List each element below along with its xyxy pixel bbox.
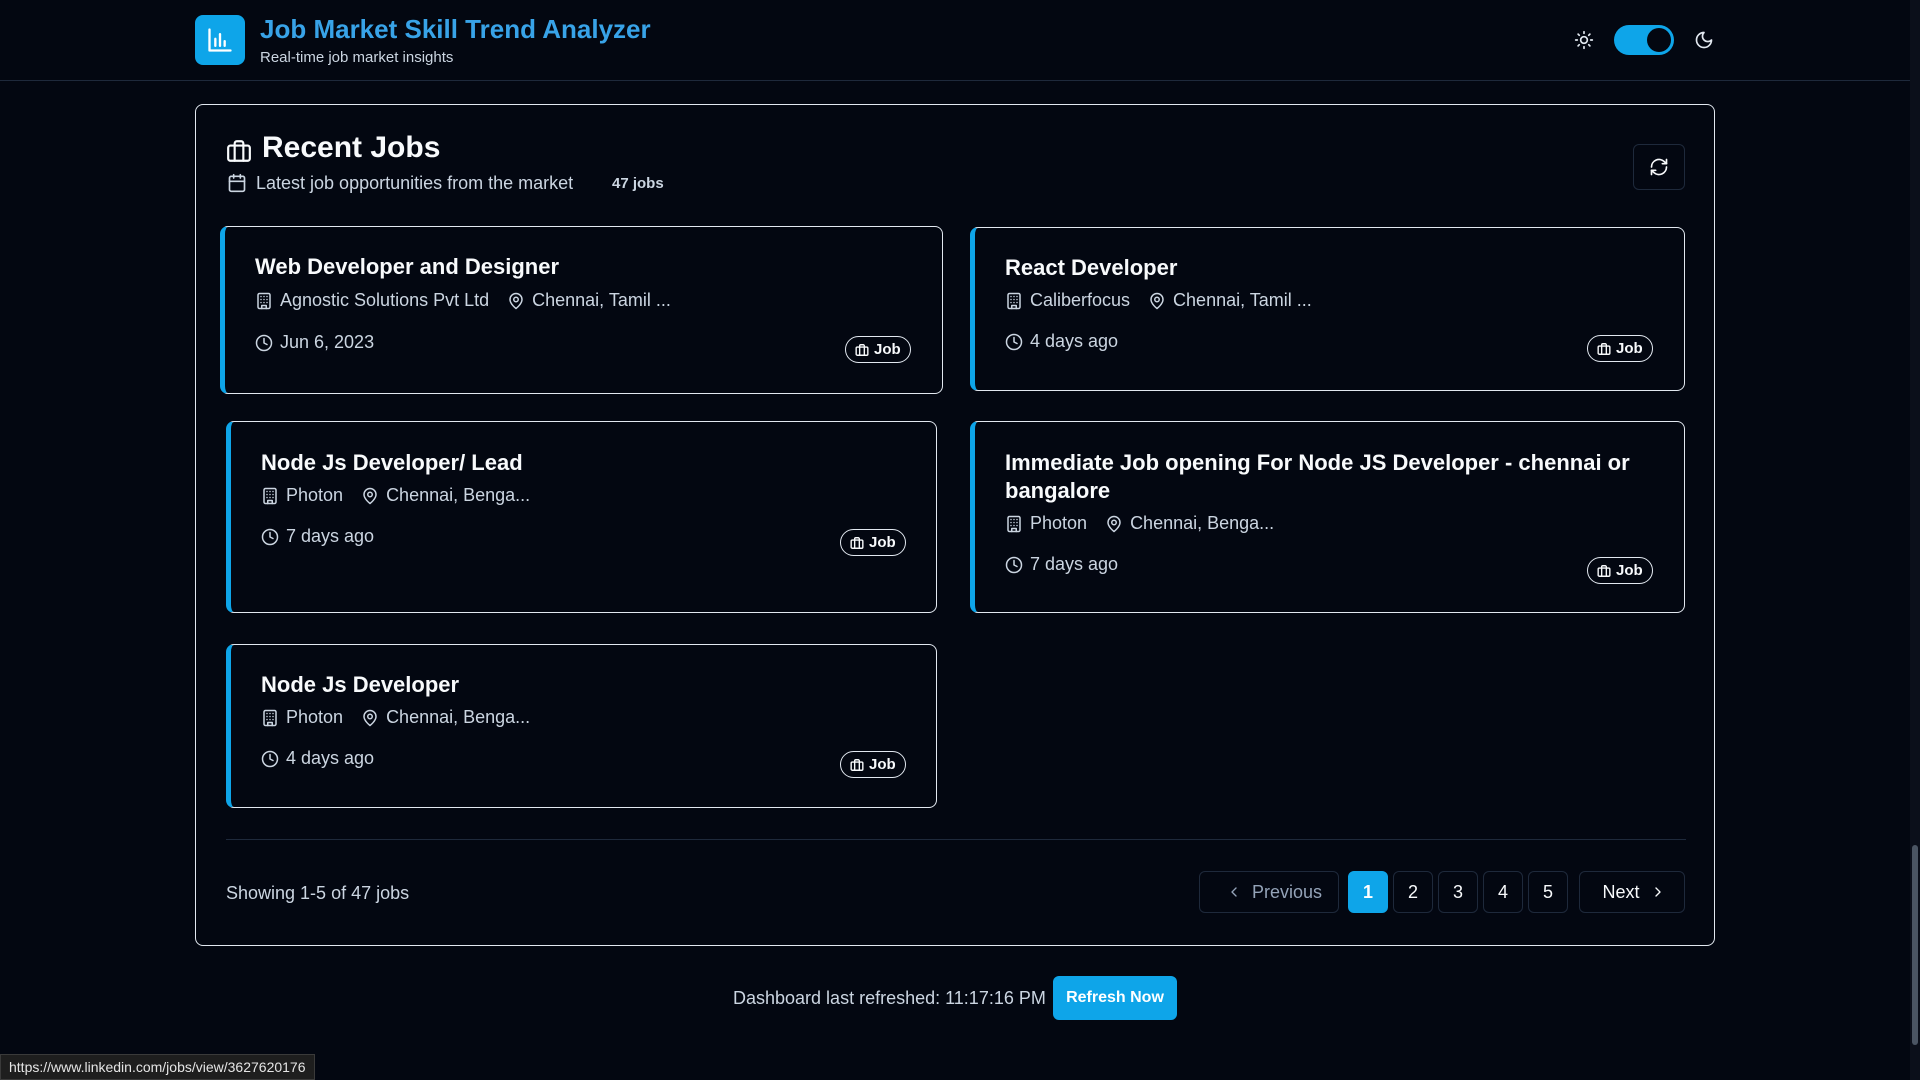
- chevron-right-icon: [1654, 887, 1661, 897]
- job-title[interactable]: Immediate Job opening For Node JS Develo…: [1005, 449, 1645, 505]
- briefcase-icon: [850, 758, 864, 771]
- job-location: Chennai, Benga...: [1130, 513, 1275, 533]
- job-badge-label: Job: [874, 341, 901, 358]
- job-posted-date: 7 days ago: [1030, 554, 1119, 574]
- job-title[interactable]: Node Js Developer/ Lead: [261, 449, 911, 477]
- job-posted-date: 4 days ago: [1030, 331, 1119, 351]
- building-icon: [1007, 515, 1021, 532]
- pagination-summary: Showing 1-5 of 47 jobs: [226, 883, 410, 903]
- job-meta: Photon Chennai, Benga...: [261, 485, 530, 506]
- calendar-icon: [228, 173, 246, 193]
- divider: [226, 839, 1686, 840]
- page-button-2[interactable]: 2: [1393, 871, 1433, 913]
- briefcase-icon: [1597, 564, 1611, 577]
- map-pin-icon: [1150, 292, 1164, 309]
- refresh-jobs-button[interactable]: [1633, 144, 1685, 190]
- app-title: Job Market Skill Trend Analyzer: [260, 14, 651, 44]
- job-location: Chennai, Tamil ...: [1173, 290, 1312, 310]
- panel-subtitle: Latest job opportunities from the market: [256, 173, 574, 193]
- job-badge-label: Job: [1616, 562, 1643, 579]
- next-label: Next: [1602, 881, 1640, 902]
- bar-chart-icon: [208, 28, 232, 52]
- job-badge-label: Job: [869, 534, 896, 551]
- building-icon: [263, 709, 277, 726]
- briefcase-icon: [227, 140, 251, 162]
- moon-icon: [1695, 31, 1713, 49]
- scrollbar-thumb[interactable]: [1912, 845, 1918, 1045]
- job-card[interactable]: React Developer Caliberfocus Chennai, Ta…: [970, 227, 1685, 391]
- app-logo: [195, 15, 245, 65]
- clock-icon: [261, 750, 279, 767]
- job-location: Chennai, Benga...: [386, 485, 531, 505]
- job-posted-row: 4 days ago: [261, 748, 374, 769]
- job-card[interactable]: Node Js Developer Photon Chennai, Benga.…: [226, 644, 937, 808]
- map-pin-icon: [509, 292, 523, 309]
- job-posted-date: 4 days ago: [286, 748, 375, 768]
- theme-toggle[interactable]: [1614, 25, 1674, 55]
- toggle-knob: [1647, 28, 1671, 52]
- page-button-3[interactable]: 3: [1438, 871, 1478, 913]
- last-refreshed-text: Dashboard last refreshed: 11:17:16 PM: [733, 988, 1046, 1008]
- refresh-icon: [1650, 158, 1668, 176]
- job-posted-date: 7 days ago: [286, 526, 375, 546]
- building-icon: [257, 292, 271, 309]
- building-icon: [263, 487, 277, 504]
- job-card[interactable]: Web Developer and Designer Agnostic Solu…: [220, 226, 943, 394]
- job-posted-row: 7 days ago: [261, 526, 374, 547]
- job-meta: Agnostic Solutions Pvt Ltd Chennai, Tami…: [255, 290, 671, 311]
- job-title[interactable]: Web Developer and Designer: [255, 253, 915, 281]
- job-company: Photon: [286, 707, 344, 727]
- previous-label: Previous: [1251, 881, 1323, 902]
- building-icon: [1007, 292, 1021, 309]
- job-type-badge: Job: [1587, 557, 1653, 584]
- next-page-button[interactable]: Next: [1579, 871, 1685, 913]
- briefcase-icon: [1597, 342, 1611, 355]
- job-badge-label: Job: [1616, 340, 1643, 357]
- app-header: Job Market Skill Trend Analyzer Real-tim…: [0, 0, 1910, 81]
- job-meta: Photon Chennai, Benga...: [261, 707, 530, 728]
- map-pin-icon: [363, 487, 377, 504]
- job-card[interactable]: Immediate Job opening For Node JS Develo…: [970, 421, 1685, 613]
- clock-icon: [255, 334, 273, 351]
- job-title[interactable]: React Developer: [1005, 254, 1655, 282]
- recent-jobs-panel: Recent Jobs Latest job opportunities fro…: [195, 104, 1715, 946]
- map-pin-icon: [1107, 515, 1121, 532]
- job-meta: Caliberfocus Chennai, Tamil ...: [1005, 290, 1312, 311]
- job-type-badge: Job: [840, 751, 906, 778]
- job-company: Agnostic Solutions Pvt Ltd: [280, 290, 490, 310]
- briefcase-icon: [855, 343, 869, 356]
- job-type-badge: Job: [845, 336, 911, 363]
- job-type-badge: Job: [840, 529, 906, 556]
- job-posted-row: Jun 6, 2023: [255, 332, 374, 353]
- map-pin-icon: [363, 709, 377, 726]
- job-posted-date: Jun 6, 2023: [280, 332, 375, 352]
- panel-title: Recent Jobs: [262, 131, 441, 164]
- clock-icon: [1005, 556, 1023, 573]
- job-type-badge: Job: [1587, 335, 1653, 362]
- job-posted-row: 7 days ago: [1005, 554, 1118, 575]
- page-button-1[interactable]: 1: [1348, 871, 1388, 913]
- job-title[interactable]: Node Js Developer: [261, 671, 911, 699]
- job-location: Chennai, Benga...: [386, 707, 531, 727]
- previous-page-button[interactable]: Previous: [1199, 871, 1339, 913]
- chevron-left-icon: [1231, 887, 1237, 897]
- job-company: Caliberfocus: [1030, 290, 1131, 310]
- job-badge-label: Job: [869, 756, 896, 773]
- job-meta: Photon Chennai, Benga...: [1005, 513, 1274, 534]
- page-button-4[interactable]: 4: [1483, 871, 1523, 913]
- page-button-5[interactable]: 5: [1528, 871, 1568, 913]
- job-posted-row: 4 days ago: [1005, 331, 1118, 352]
- job-company: Photon: [1030, 513, 1088, 533]
- briefcase-icon: [850, 536, 864, 549]
- sun-icon: [1574, 30, 1594, 50]
- status-bar-url: https://www.linkedin.com/jobs/view/36276…: [0, 1054, 315, 1080]
- clock-icon: [261, 528, 279, 545]
- job-location: Chennai, Tamil ...: [532, 290, 671, 310]
- app-subtitle: Real-time job market insights: [260, 49, 454, 66]
- clock-icon: [1005, 333, 1023, 350]
- refresh-now-button[interactable]: Refresh Now: [1053, 976, 1177, 1020]
- job-count-badge: 47 jobs: [612, 175, 664, 192]
- job-company: Photon: [286, 485, 344, 505]
- job-card[interactable]: Node Js Developer/ Lead Photon Chennai, …: [226, 421, 937, 613]
